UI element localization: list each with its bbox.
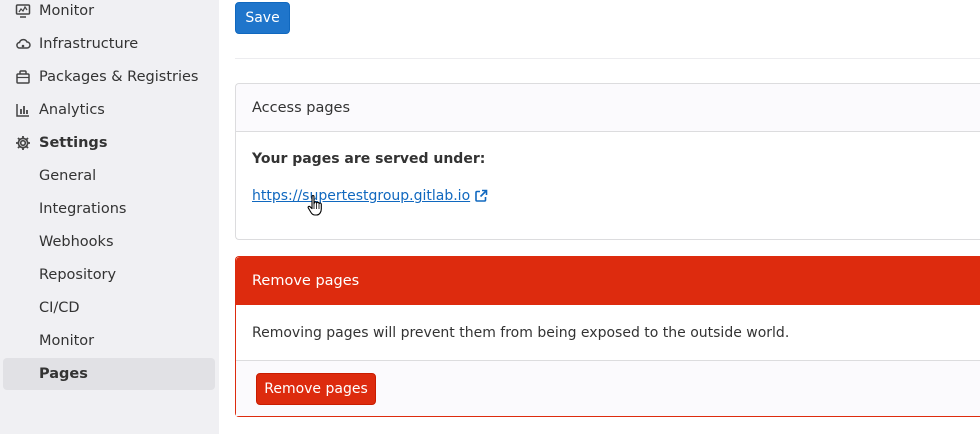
sidebar-item-label: Settings (39, 135, 108, 151)
sidebar-subitem-monitor[interactable]: Monitor (0, 325, 216, 357)
pages-url-link[interactable]: https://supertestgroup.gitlab.io (252, 188, 488, 204)
sidebar: Monitor Infrastructure Packages & Regist… (0, 0, 219, 434)
sidebar-item-label: General (39, 168, 97, 184)
gear-icon (15, 135, 31, 151)
divider (235, 58, 980, 59)
sidebar-subitem-repository[interactable]: Repository (0, 259, 216, 291)
pages-url-text: https://supertestgroup.gitlab.io (252, 188, 471, 204)
sidebar-item-label: Monitor (39, 3, 95, 19)
chart-icon (15, 102, 31, 118)
package-icon (15, 69, 31, 85)
sidebar-item-label: Analytics (39, 102, 105, 118)
access-pages-header: Access pages (236, 84, 980, 132)
external-link-icon (474, 189, 488, 203)
sidebar-subitem-general[interactable]: General (0, 160, 216, 192)
access-pages-card: Access pages Your pages are served under… (235, 83, 980, 240)
sidebar-item-label: Pages (39, 366, 88, 382)
save-button[interactable]: Save (235, 2, 290, 34)
sidebar-subitem-pages[interactable]: Pages (3, 358, 215, 390)
sidebar-item-label: Monitor (39, 333, 95, 349)
main-content: Save Access pages Your pages are served … (219, 0, 980, 434)
sidebar-subitem-webhooks[interactable]: Webhooks (0, 226, 216, 258)
sidebar-item-label: Infrastructure (39, 36, 139, 52)
sidebar-item-label: Repository (39, 267, 117, 283)
sidebar-item-settings[interactable]: Settings (0, 127, 216, 159)
remove-pages-footer: Remove pages (236, 360, 980, 416)
remove-pages-card: Remove pages Removing pages will prevent… (235, 256, 980, 417)
remove-pages-button[interactable]: Remove pages (256, 373, 376, 405)
sidebar-item-label: CI/CD (39, 300, 80, 316)
sidebar-subitem-integrations[interactable]: Integrations (0, 193, 216, 225)
monitor-icon (15, 3, 31, 19)
served-label: Your pages are served under: (252, 151, 486, 167)
sidebar-item-analytics[interactable]: Analytics (0, 94, 216, 126)
remove-pages-description: Removing pages will prevent them from be… (252, 325, 790, 341)
sidebar-item-monitor[interactable]: Monitor (0, 0, 216, 27)
sidebar-subitem-cicd[interactable]: CI/CD (0, 292, 216, 324)
cloud-icon (15, 36, 31, 52)
remove-pages-header: Remove pages (236, 257, 980, 305)
sidebar-item-infrastructure[interactable]: Infrastructure (0, 28, 216, 60)
sidebar-item-packages[interactable]: Packages & Registries (0, 61, 216, 93)
hand-cursor-icon (307, 195, 322, 216)
sidebar-item-label: Packages & Registries (39, 69, 199, 85)
sidebar-item-label: Webhooks (39, 234, 114, 250)
sidebar-item-label: Integrations (39, 201, 127, 217)
